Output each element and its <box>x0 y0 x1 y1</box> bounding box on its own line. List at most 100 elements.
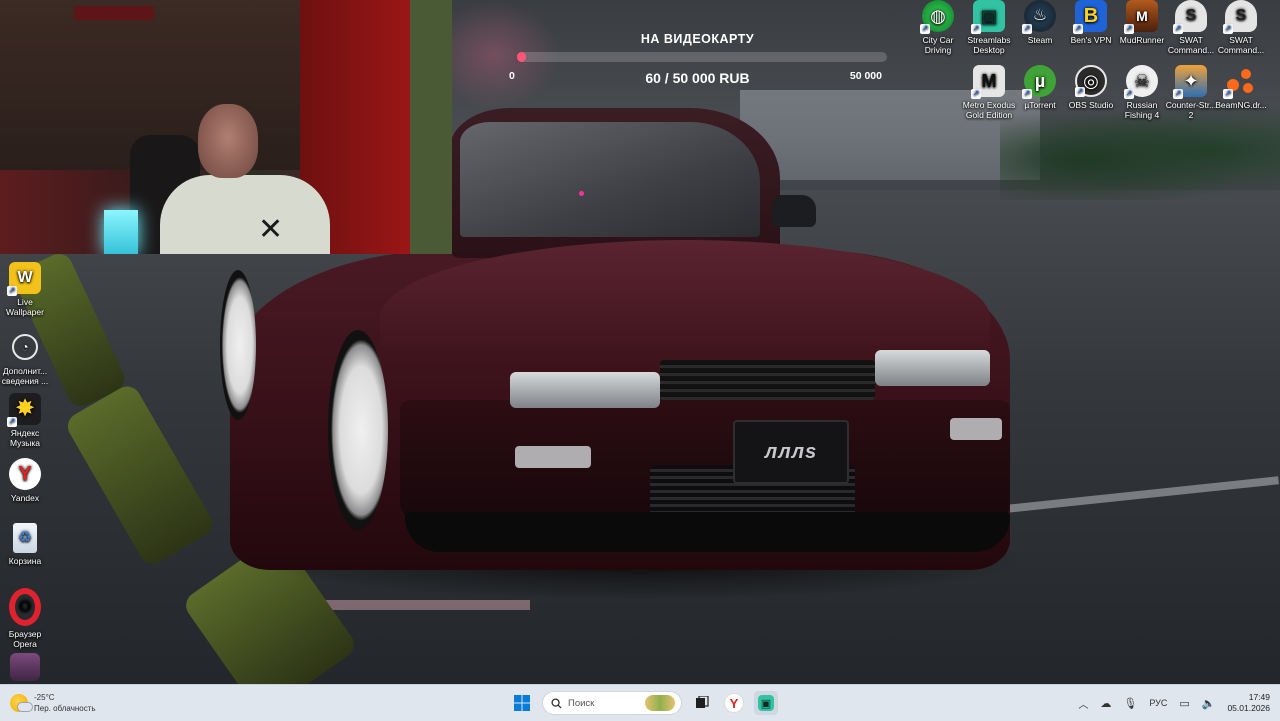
yandex-music-icon: ✸ ↗ <box>7 393 41 427</box>
desktop-icon-label: SWAT Command... <box>1167 35 1215 55</box>
desktop-icon-label: City Car Driving <box>922 35 954 55</box>
russian-fishing-icon: ☠ ↗ <box>1124 65 1158 99</box>
desktop-icon-obs-studio[interactable]: ◎ ↗ OBS Studio <box>1064 65 1118 110</box>
desktop-icon-metro-exodus[interactable]: M ↗ Metro Exodus Gold Edition <box>962 65 1016 120</box>
microphone-icon[interactable]: 🎙 <box>1123 697 1137 710</box>
desktop-icon-label: Ben's VPN <box>1070 35 1112 45</box>
desktop-icon-label: OBS Studio <box>1068 100 1114 110</box>
weather-description: Пер. облачность <box>34 704 96 713</box>
obs-studio-icon: ◎ ↗ <box>1075 65 1107 97</box>
desktop: лллs ✕ НА ВИДЕОКАРТУ 0 60 / 50 000 RUB 5… <box>0 0 1280 684</box>
swat-commander-icon: S ↗ <box>1173 0 1207 34</box>
taskbar-center: Поиск Y ▣ <box>510 688 778 718</box>
car-wheel-front <box>328 330 388 530</box>
desktop-icon-city-car-driving[interactable]: ◍ ↗ City Car Driving <box>911 0 965 55</box>
desktop-icon-label: Steam <box>1027 35 1053 45</box>
desktop-icon-bens-vpn[interactable]: B ↗ Ben's VPN <box>1064 0 1118 45</box>
steam-icon: ♨ ↗ <box>1022 0 1056 34</box>
car-headlight-left <box>510 372 660 408</box>
task-view-button[interactable] <box>690 691 714 715</box>
weather-widget[interactable]: -25°C Пер. облачность <box>10 689 96 717</box>
desktop-icon-label: Корзина <box>8 556 42 566</box>
taskbar-yandex-browser[interactable]: Y <box>722 691 746 715</box>
volume-icon[interactable]: 🔈 <box>1202 697 1216 710</box>
clock[interactable]: 17:49 05.01.2026 <box>1227 692 1270 714</box>
desktop-icon-swat-commander[interactable]: S ↗ SWAT Command... <box>1164 0 1218 55</box>
donation-goal-amount: 60 / 50 000 RUB <box>645 70 750 86</box>
streamlabs-icon: ▣ <box>758 695 774 711</box>
utorrent-icon: µ ↗ <box>1022 65 1056 99</box>
webcam-lamp <box>104 210 138 254</box>
wallpaper-parking-line <box>300 600 530 610</box>
weather-temperature: -25°C <box>34 693 55 702</box>
yandex-browser-icon: Y <box>724 693 744 713</box>
desktop-icon-label: Metro Exodus Gold Edition <box>962 100 1016 120</box>
speedometer-icon: ◔ <box>12 334 38 360</box>
desktop-icon-label: Яндекс Музыка <box>9 428 41 448</box>
car-grille <box>660 360 875 400</box>
swat-commander-icon: S ↗ <box>1223 0 1257 34</box>
car-wheel-rear <box>220 270 256 420</box>
opera-icon: O <box>9 588 41 626</box>
windows-icon <box>514 695 530 711</box>
desktop-icon-mudrunner[interactable]: M ↗ MudRunner <box>1115 0 1169 45</box>
desktop-icon-label: Yandex <box>10 493 40 503</box>
donation-goal-widget: НА ВИДЕОКАРТУ 0 60 / 50 000 RUB 50 000 <box>505 28 890 98</box>
vpn-icon: B ↗ <box>1073 0 1107 34</box>
desktop-icon-utorrent[interactable]: µ ↗ µTorrent <box>1013 65 1067 110</box>
desktop-icon-opera[interactable]: O Браузер Opera <box>0 588 52 649</box>
desktop-icon-counter-strike[interactable]: ✦ ↗ Counter-Str... 2 <box>1164 65 1218 120</box>
webcam-person-head <box>198 104 258 178</box>
taskbar-streamlabs[interactable]: ▣ <box>754 691 778 715</box>
weather-icon <box>10 694 33 712</box>
desktop-icon-user-avatar[interactable] <box>0 653 52 684</box>
donation-goal-fill <box>517 52 527 62</box>
search-placeholder: Поиск <box>568 697 595 709</box>
desktop-icon-recycle-bin[interactable]: ♻ Корзина <box>0 523 52 566</box>
desktop-icon-swat-commander-2[interactable]: S ↗ SWAT Command... <box>1214 0 1268 55</box>
cloud-icon[interactable]: ☁ <box>1100 697 1111 710</box>
chevron-up-icon[interactable]: ︿ <box>1078 696 1088 711</box>
car-fog-light-left <box>515 446 591 468</box>
desktop-icon-label: Streamlabs Desktop <box>967 35 1011 55</box>
desktop-icon-label: µTorrent <box>1024 100 1056 110</box>
car-windshield <box>460 122 760 237</box>
mudrunner-icon: M ↗ <box>1124 0 1158 34</box>
desktop-icon-label: Дополнит... сведения ... <box>1 366 49 386</box>
metro-exodus-icon: M ↗ <box>971 65 1005 99</box>
taskbar: -25°C Пер. облачность Поиск Y ▣ ︿ ☁ 🎙 РУ… <box>0 684 1280 721</box>
donation-goal-title: НА ВИДЕОКАРТУ <box>640 32 755 46</box>
desktop-icon-label: MudRunner <box>1119 35 1165 45</box>
streamlabs-icon: ▣ ↗ <box>971 0 1005 34</box>
desktop-icon-russian-fishing[interactable]: ☠ ↗ Russian Fishing 4 <box>1115 65 1169 120</box>
desktop-icon-yandex[interactable]: Y Yandex <box>0 458 52 503</box>
network-icon[interactable]: ▭ <box>1179 697 1189 710</box>
clock-time: 17:49 <box>1248 692 1270 702</box>
taskbar-search[interactable]: Поиск <box>542 691 682 715</box>
webcam-sign <box>74 6 154 20</box>
desktop-icon-additional-info[interactable]: ◔ Дополнит... сведения ... <box>0 330 52 386</box>
desktop-icon-label: SWAT Command... <box>1217 35 1265 55</box>
system-tray: ︿ ☁ 🎙 РУС ▭ 🔈 17:49 05.01.2026 <box>1078 689 1270 717</box>
desktop-icon-steam[interactable]: ♨ ↗ Steam <box>1013 0 1067 45</box>
clock-date: 05.01.2026 <box>1227 703 1270 713</box>
webcam-shirt-print: ✕ <box>258 213 284 246</box>
webcam-overlay: ✕ <box>0 0 452 254</box>
desktop-icon-yandex-music[interactable]: ✸ ↗ Яндекс Музыка <box>0 393 52 448</box>
car-license-plate: лллs <box>733 420 849 484</box>
start-button[interactable] <box>510 691 534 715</box>
live-wallpaper-icon: W ↗ <box>7 262 41 296</box>
desktop-icon-streamlabs[interactable]: ▣ ↗ Streamlabs Desktop <box>962 0 1016 55</box>
desktop-icon-live-wallpaper[interactable]: W ↗ Live Wallpaper <box>0 262 52 317</box>
desktop-icon-label: BeamNG.dr... <box>1215 100 1267 110</box>
language-indicator[interactable]: РУС <box>1149 698 1167 708</box>
search-icon <box>551 697 562 709</box>
task-view-icon <box>696 696 709 708</box>
desktop-icon-label: Live Wallpaper <box>6 297 44 317</box>
search-highlight-icon <box>645 695 675 711</box>
car-front-lip <box>405 512 1010 552</box>
user-avatar-icon <box>10 653 40 681</box>
desktop-icon-beamng[interactable]: ↗ BeamNG.dr... <box>1214 65 1268 110</box>
donation-goal-bar <box>517 52 887 62</box>
donation-goal-max: 50 000 <box>849 70 882 82</box>
